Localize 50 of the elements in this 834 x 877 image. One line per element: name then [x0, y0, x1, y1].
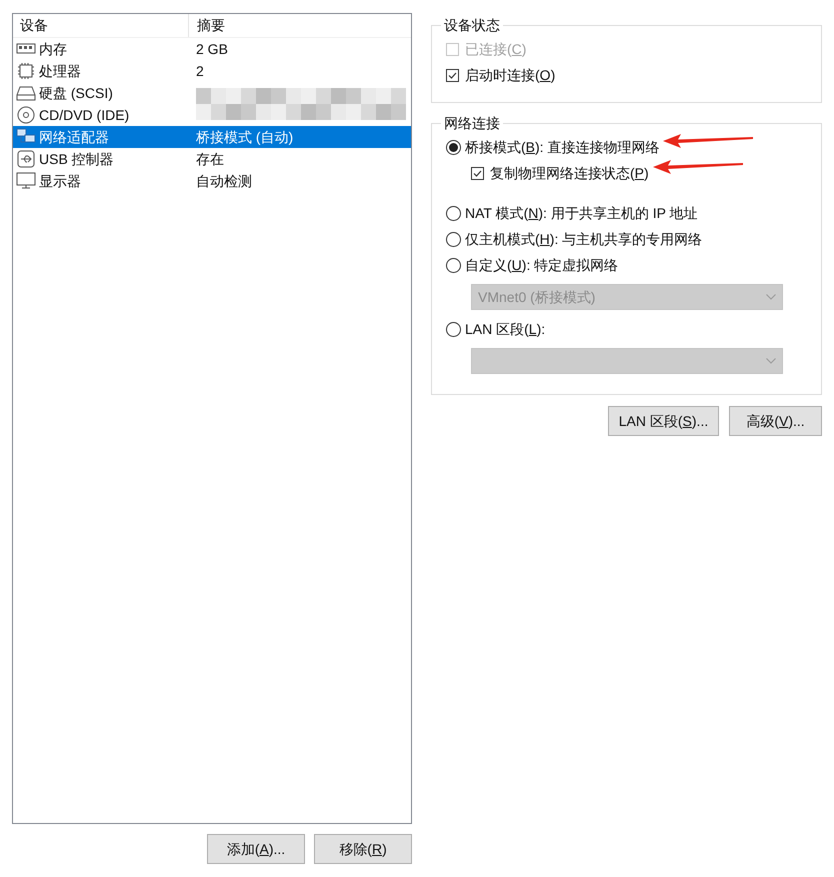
device-summary: 桥接模式 (自动) [196, 128, 294, 147]
checkbox-label: 已连接(C) [465, 40, 526, 59]
device-name: 处理器 [39, 62, 82, 80]
radio-button[interactable] [446, 232, 461, 246]
device-name: 硬盘 (SCSI) [39, 84, 114, 103]
device-row[interactable]: CD/DVD (IDE) [13, 104, 411, 126]
dialog-button[interactable]: 移除(R) [314, 834, 412, 864]
device-row[interactable]: USB 控制器 存在 [13, 148, 411, 170]
group-title: 网络连接 [443, 114, 501, 133]
device-name: CD/DVD (IDE) [39, 106, 130, 125]
usb-icon [17, 150, 35, 168]
chevron-down-icon [766, 294, 776, 300]
checkbox-label: 启动时连接(O) [465, 66, 556, 85]
radio-button[interactable] [446, 140, 461, 154]
memory-icon [16, 42, 36, 56]
device-row[interactable]: 内存 2 GB [13, 38, 411, 60]
group-title: 设备状态 [443, 16, 501, 35]
device-row[interactable]: 网络适配器 桥接模式 (自动) [13, 126, 411, 148]
radio-label: LAN 区段(L): [465, 320, 546, 339]
disc-icon [17, 106, 35, 124]
device-name: USB 控制器 [39, 150, 115, 168]
device-name: 网络适配器 [39, 128, 110, 146]
device-summary: 2 [196, 62, 204, 80]
device-summary: 存在 [196, 150, 224, 168]
device-row[interactable]: 硬盘 (SCSI) [13, 82, 411, 104]
radio-label: 仅主机模式(H): 与主机共享的专用网络 [465, 230, 702, 249]
dialog-button[interactable]: 高级(V)... [729, 406, 822, 436]
radio-label: NAT 模式(N): 用于共享主机的 IP 地址 [465, 204, 698, 223]
column-header[interactable]: 摘要 [189, 14, 225, 37]
device-summary: 自动检测 [196, 172, 252, 190]
chevron-down-icon [766, 358, 776, 364]
radio-label: 桥接模式(B): 直接连接物理网络 [465, 136, 660, 158]
device-summary: 2 GB [196, 40, 228, 58]
device-name: 内存 [39, 40, 68, 58]
device-row[interactable]: 处理器 2 [13, 60, 411, 82]
dialog-button[interactable]: LAN 区段(S)... [608, 406, 719, 436]
checkbox-label: 复制物理网络连接状态(P) [490, 162, 649, 184]
checkbox[interactable] [471, 166, 484, 180]
checkbox[interactable] [446, 68, 459, 82]
radio-label: 自定义(U): 特定虚拟网络 [465, 256, 618, 275]
radio-button[interactable] [446, 206, 461, 220]
chip-icon [17, 62, 35, 80]
device-name: 显示器 [39, 172, 82, 190]
radio-button[interactable] [446, 258, 461, 272]
radio-button[interactable] [446, 322, 461, 336]
drive-icon [16, 85, 36, 101]
column-header[interactable]: 设备 [13, 14, 189, 37]
device-row[interactable]: 显示器 自动检测 [13, 170, 411, 192]
dialog-button[interactable]: 添加(A)... [207, 834, 305, 864]
monitor-icon [16, 172, 36, 190]
